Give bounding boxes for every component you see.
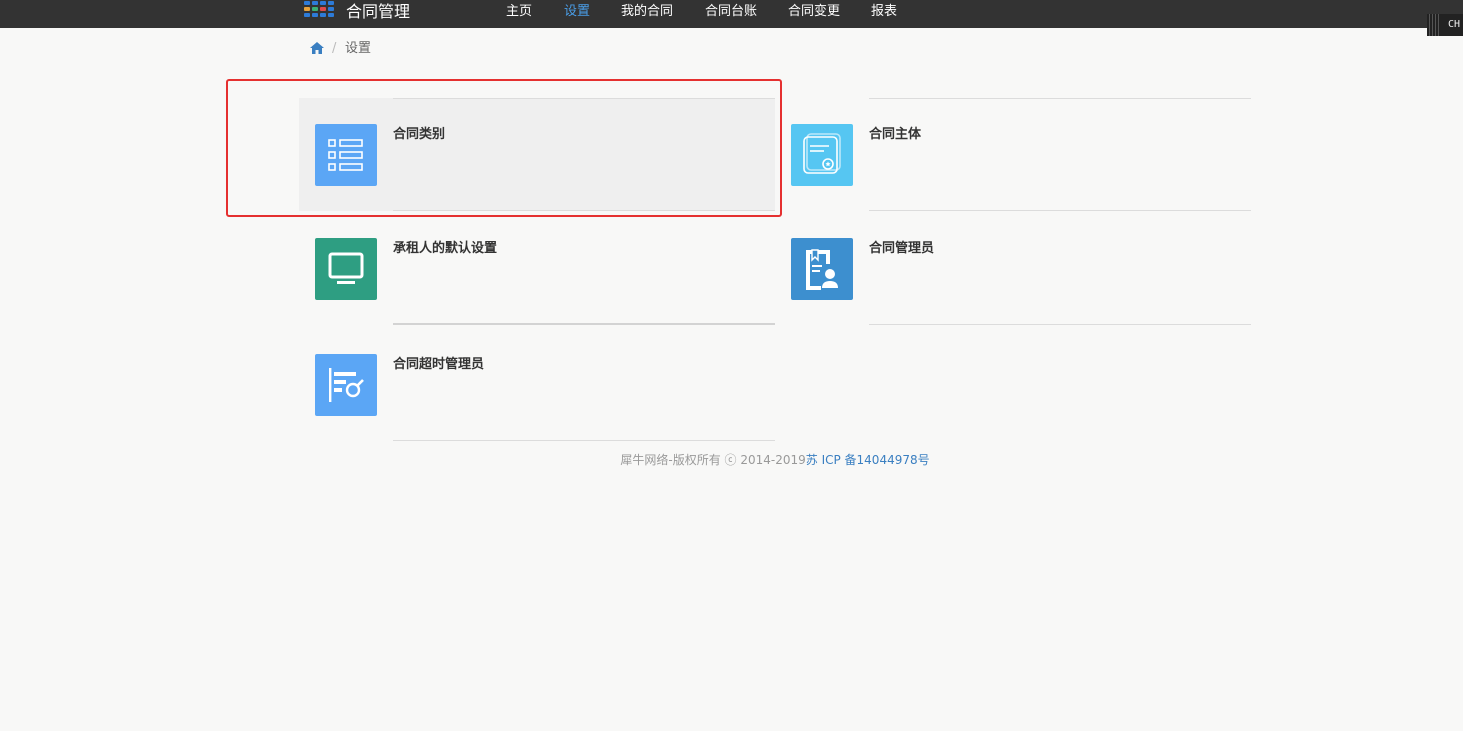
monitor-icon — [315, 238, 377, 300]
tile-divider — [393, 440, 775, 441]
nav-contract-ledger[interactable]: 合同台账 — [705, 3, 757, 21]
tile-lessee-default-settings[interactable]: 承租人的默认设置 — [299, 212, 775, 325]
list-icon — [315, 124, 377, 186]
top-navbar: 合同管理 主页 设置 我的合同 合同台账 合同变更 报表 — [0, 0, 1463, 28]
tile-divider — [393, 98, 775, 99]
tile-label: 承租人的默认设置 — [393, 241, 498, 256]
nav-home[interactable]: 主页 — [506, 3, 532, 21]
tile-contract-timeout-admin[interactable]: 合同超时管理员 — [299, 328, 775, 441]
app-title: 合同管理 — [346, 2, 411, 21]
language-badge[interactable]: CH — [1427, 14, 1463, 36]
footer: 犀牛网络-版权所有 ⓒ 2014-2019苏 ICP 备14044978号 — [0, 452, 1463, 468]
tile-divider — [869, 98, 1251, 99]
logo-icon — [304, 1, 334, 17]
tile-label: 合同类别 — [393, 127, 446, 142]
certificate-icon — [791, 124, 853, 186]
nav-settings[interactable]: 设置 — [564, 3, 590, 21]
tile-label: 合同超时管理员 — [393, 357, 485, 372]
tile-contract-admin[interactable]: 合同管理员 — [775, 212, 1251, 325]
tile-label: 合同管理员 — [869, 241, 935, 256]
timeout-search-icon — [315, 354, 377, 416]
tile-contract-category[interactable]: 合同类别 — [299, 98, 775, 211]
tile-divider — [869, 324, 1251, 325]
admin-badge-icon — [791, 238, 853, 300]
tile-divider — [393, 323, 775, 325]
nav-contract-changes[interactable]: 合同变更 — [788, 3, 840, 21]
tile-divider — [393, 210, 775, 211]
breadcrumb-current: 设置 — [345, 41, 372, 56]
tile-divider — [869, 210, 1251, 211]
breadcrumb-separator: / — [332, 41, 337, 56]
footer-icp-link[interactable]: 苏 ICP 备14044978号 — [806, 453, 930, 467]
tile-label: 合同主体 — [869, 127, 922, 142]
nav-reports[interactable]: 报表 — [871, 3, 897, 21]
tile-contract-subject[interactable]: 合同主体 — [775, 98, 1251, 211]
footer-copyright: 犀牛网络-版权所有 ⓒ 2014-2019 — [620, 453, 806, 467]
nav-my-contracts[interactable]: 我的合同 — [621, 3, 673, 21]
home-icon[interactable] — [310, 42, 324, 54]
